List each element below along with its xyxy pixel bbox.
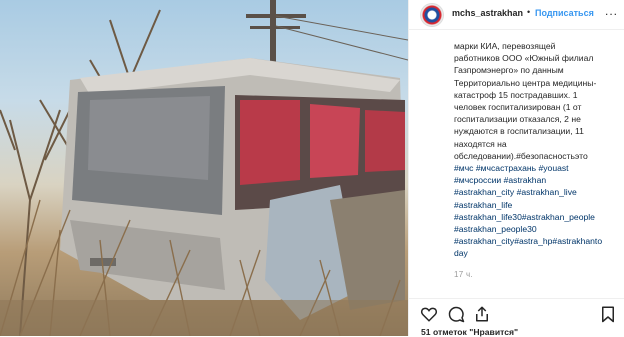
hashtag-line[interactable]: #astrakhan_people30 — [454, 223, 619, 235]
post-header: mchs_astrakhan • Подписаться ... — [409, 0, 624, 30]
caption-line: Газпромэнерго» по данным — [454, 65, 564, 76]
caption: марки КИА, перевозящей работников ООО «Ю… — [454, 40, 619, 260]
avatar[interactable] — [421, 4, 443, 26]
hashtag-line[interactable]: #astrakhan_life — [454, 199, 619, 211]
caption-line: человек госпитализирован (1 от — [454, 102, 582, 113]
caption-line: марки КИА, перевозящей — [454, 41, 556, 51]
more-icon[interactable]: ... — [605, 4, 618, 18]
separator-dot: • — [527, 7, 531, 17]
hashtag-line[interactable]: #мчс #мчсастрахань #youast — [454, 162, 619, 174]
comment-icon[interactable] — [447, 305, 465, 323]
hashtag-line[interactable]: #astrakhan_city#astra_hp#astrakhanto — [454, 235, 619, 247]
hashtag-line[interactable]: #astrakhan_city #astrakhan_live — [454, 186, 619, 198]
caption-line: Территориально центра медицины- — [454, 77, 597, 88]
post-sidebar: mchs_astrakhan • Подписаться ... марки К… — [408, 0, 624, 337]
timestamp[interactable]: 17 ч. — [454, 270, 473, 279]
hashtag-line[interactable]: #мчсроссии #astrakhan — [454, 174, 619, 186]
bus-accident-photo — [0, 0, 408, 336]
hashtag-line[interactable]: #astrakhan_life30#astrakhan_people — [454, 211, 619, 223]
caption-line: госпитализации отказался, 2 не — [454, 114, 581, 125]
follow-button[interactable]: Подписаться — [535, 8, 594, 18]
caption-line: нуждаются в госпитализации, 11 — [454, 126, 584, 137]
caption-line: обследовании).#безопасностьэто — [454, 150, 588, 161]
caption-line: находятся на — [454, 138, 507, 149]
caption-line: катастроф 15 пострадавших. 1 — [454, 89, 578, 100]
caption-line: работников ООО «Южный филиал — [454, 53, 594, 64]
share-icon[interactable] — [473, 305, 491, 323]
hashtag-line[interactable]: day — [454, 247, 619, 259]
bookmark-icon[interactable] — [599, 305, 617, 323]
post-photo[interactable] — [0, 0, 408, 336]
username[interactable]: mchs_astrakhan — [452, 8, 523, 18]
heart-icon[interactable] — [420, 305, 438, 323]
